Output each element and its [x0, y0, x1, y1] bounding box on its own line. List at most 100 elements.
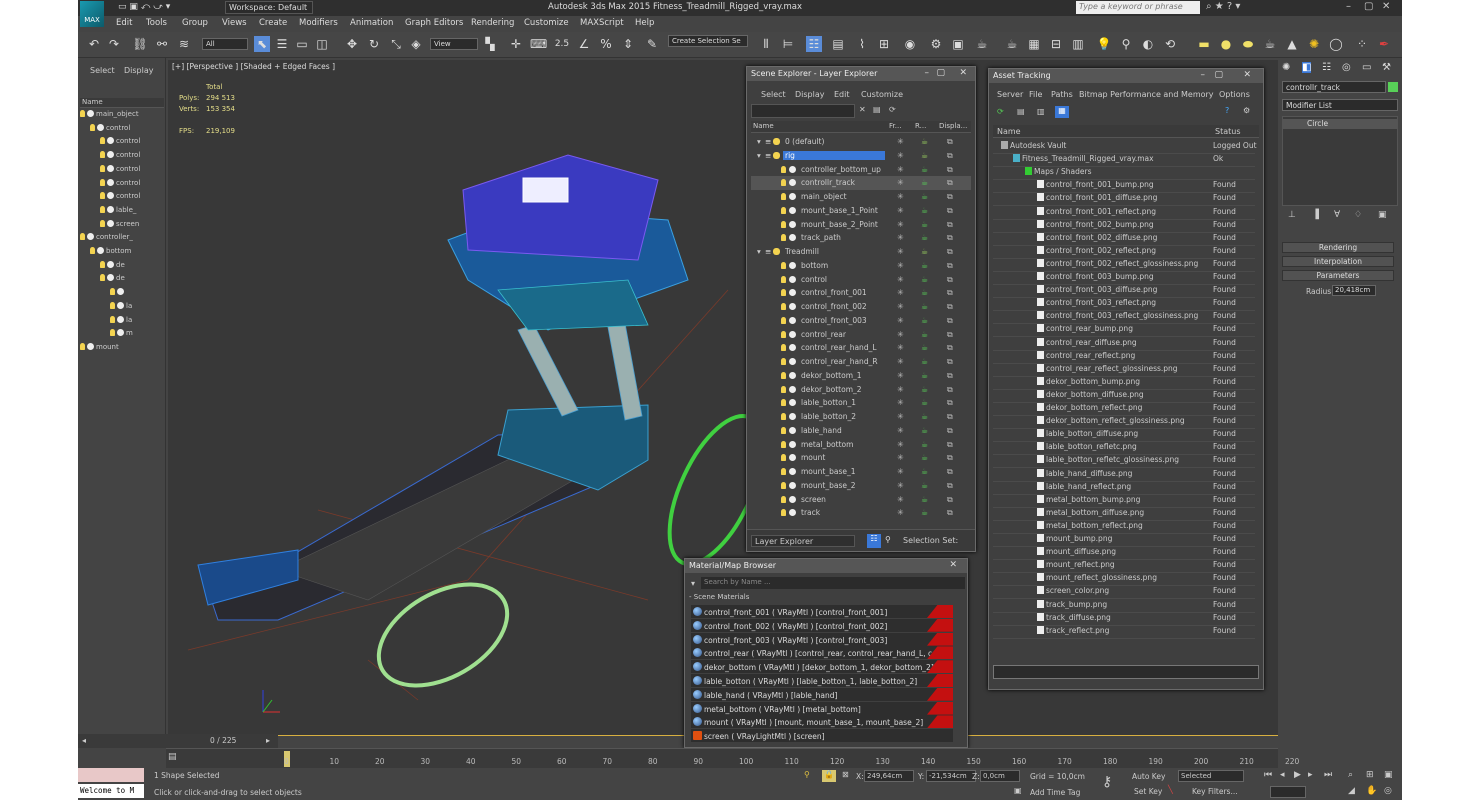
- object-paint-icon[interactable]: ⟲: [1162, 36, 1178, 52]
- render-teapot-icon[interactable]: ☕: [921, 467, 928, 476]
- layer-row[interactable]: control_front_003 ✳ ☕ ⧉: [751, 314, 971, 328]
- asset-row[interactable]: control_front_002_reflect.png Found: [993, 245, 1255, 259]
- layer-row[interactable]: lable_botton_2 ✳ ☕ ⧉: [751, 410, 971, 424]
- render-teapot-icon[interactable]: ☕: [921, 398, 928, 407]
- visibility-bulb-icon[interactable]: [781, 495, 788, 504]
- menu-graph-editors[interactable]: Graph Editors: [405, 18, 463, 28]
- col-render[interactable]: R...: [915, 122, 926, 130]
- layer-row[interactable]: mount_base_2_Point ✳ ☕ ⧉: [751, 218, 971, 232]
- menu-maxscript[interactable]: MAXScript: [580, 18, 624, 28]
- scene-tree-row[interactable]: control: [100, 178, 140, 191]
- scene-tree-row[interactable]: control: [90, 123, 130, 136]
- material-row[interactable]: metal_bottom ( VRayMtl ) [metal_bottom]: [691, 701, 953, 715]
- col-display[interactable]: Displa...: [939, 122, 967, 130]
- display-icon[interactable]: ⧉: [947, 385, 953, 395]
- vray-icon[interactable]: ✒: [1376, 36, 1392, 52]
- rollout-interpolation[interactable]: Interpolation: [1282, 256, 1394, 267]
- expand-arrow-icon[interactable]: ▾: [757, 151, 761, 160]
- visibility-bulb-icon[interactable]: [781, 288, 788, 297]
- asset-row[interactable]: control_rear_diffuse.png Found: [993, 337, 1255, 351]
- workspace-dropdown[interactable]: Workspace: Default: [225, 1, 313, 14]
- key-mode-dropdown[interactable]: Selected: [1178, 770, 1244, 782]
- render-teapot-icon[interactable]: ☕: [921, 261, 928, 270]
- grid-icon[interactable]: ⊟: [1048, 36, 1064, 52]
- layer-icon[interactable]: ≡: [765, 151, 771, 160]
- layer-row[interactable]: control_front_002 ✳ ☕ ⧉: [751, 300, 971, 314]
- rect-selection-icon[interactable]: ▭: [294, 36, 310, 52]
- material-editor-icon[interactable]: ◉: [902, 36, 918, 52]
- render-teapot-icon[interactable]: ☕: [921, 137, 928, 146]
- layer-row[interactable]: mount ✳ ☕ ⧉: [751, 451, 971, 465]
- freeze-icon[interactable]: ✳: [897, 302, 904, 311]
- asset-row[interactable]: control_front_003_reflect.png Found: [993, 298, 1255, 312]
- hierarchy-icon[interactable]: ⚲: [885, 535, 891, 544]
- render-teapot-icon[interactable]: ☕: [921, 316, 928, 325]
- refresh-icon[interactable]: ⟳: [997, 107, 1004, 116]
- visibility-bulb-icon[interactable]: [80, 342, 85, 350]
- modify-tab-icon[interactable]: ◧: [1302, 62, 1312, 73]
- material-row[interactable]: lable_hand ( VRayMtl ) [lable_hand]: [691, 687, 953, 701]
- freeze-icon[interactable]: ✳: [897, 440, 904, 449]
- asset-row[interactable]: mount_reflect.png Found: [993, 560, 1255, 574]
- mirror-icon[interactable]: ⫴: [758, 36, 774, 52]
- asset-row[interactable]: metal_bottom_bump.png Found: [993, 494, 1255, 508]
- spinner-snap-icon[interactable]: ⇕: [620, 36, 636, 52]
- absolute-mode-icon[interactable]: ⊠: [842, 770, 849, 779]
- asset-row[interactable]: control_front_003_diffuse.png Found: [993, 285, 1255, 299]
- freeze-icon[interactable]: ✳: [897, 220, 904, 229]
- freeze-icon[interactable]: ✳: [897, 385, 904, 394]
- menu-tools[interactable]: Tools: [146, 18, 167, 28]
- visibility-bulb-icon[interactable]: [80, 110, 85, 117]
- render-teapot-icon[interactable]: ☕: [921, 151, 928, 160]
- asset-row[interactable]: lable_botton_diffuse.png Found: [993, 429, 1255, 443]
- timeline[interactable]: ▤ 0 10 20 30 40 50 60 70 80 90 100 110 120 130 140 150 1…: [166, 748, 1299, 768]
- asset-row[interactable]: control_front_002_diffuse.png Found: [993, 232, 1255, 246]
- display-icon[interactable]: ⧉: [947, 137, 953, 147]
- prev-frame-icon[interactable]: ◂: [82, 736, 86, 745]
- rotate-icon[interactable]: ↻: [366, 36, 382, 52]
- selection-lock-icon[interactable]: 🔒: [822, 770, 836, 782]
- display-icon[interactable]: ⧉: [947, 426, 953, 436]
- display-icon[interactable]: ⧉: [947, 467, 953, 477]
- redo-icon[interactable]: ↷: [106, 36, 122, 52]
- render-teapot-icon[interactable]: ☕: [921, 302, 928, 311]
- camera-icon[interactable]: ◐: [1140, 36, 1156, 52]
- render-teapot-icon[interactable]: ☕: [921, 247, 928, 256]
- display-icon[interactable]: ⧉: [947, 261, 953, 271]
- render-icon[interactable]: ☕: [974, 36, 990, 52]
- asset-row[interactable]: dekor_bottom_diffuse.png Found: [993, 389, 1255, 403]
- sphere-icon[interactable]: ●: [1218, 36, 1234, 52]
- zoom-extents-icon[interactable]: ▣: [1384, 770, 1393, 780]
- freeze-icon[interactable]: ✳: [897, 412, 904, 421]
- menu-options[interactable]: Options: [1219, 90, 1250, 99]
- asset-row[interactable]: control_front_002_reflect_glossiness.png…: [993, 258, 1255, 272]
- motion-tab-icon[interactable]: ◎: [1342, 62, 1351, 73]
- teapot-primitive-icon[interactable]: ☕: [1262, 36, 1278, 52]
- maxscript-listener-input[interactable]: Welcome to M: [78, 784, 144, 798]
- configure-sets-icon[interactable]: ▣: [1378, 210, 1387, 220]
- snaps-toggle-icon[interactable]: 2.5: [554, 36, 570, 52]
- visibility-bulb-icon[interactable]: [781, 316, 788, 325]
- display-icon[interactable]: ⧉: [947, 275, 953, 285]
- tab-display[interactable]: Display: [124, 66, 154, 75]
- menu-customize[interactable]: Customize: [861, 90, 903, 99]
- display-icon[interactable]: ⧉: [947, 440, 953, 450]
- menu-rendering[interactable]: Rendering: [471, 18, 514, 28]
- tree-view-icon[interactable]: ▥: [1037, 107, 1045, 116]
- scene-tree-row[interactable]: controller_: [80, 233, 133, 245]
- key-filters-button[interactable]: Key Filters...: [1192, 787, 1238, 796]
- helper-icon[interactable]: ⚲: [1118, 36, 1134, 52]
- menu-edit[interactable]: Edit: [116, 18, 132, 28]
- layer-row[interactable]: control_rear_hand_L ✳ ☕ ⧉: [751, 341, 971, 355]
- display-icon[interactable]: ⧉: [947, 233, 953, 243]
- ribbon-icon[interactable]: ▤: [830, 36, 846, 52]
- expand-arrow-icon[interactable]: ▾: [757, 247, 761, 256]
- layer-row[interactable]: ≡ Treadmill ✳ ☕ ⧉ ▾: [751, 245, 971, 259]
- scene-tree-row[interactable]: main_object: [80, 110, 139, 122]
- visibility-bulb-icon[interactable]: [110, 288, 115, 296]
- freeze-icon[interactable]: ✳: [897, 206, 904, 215]
- render-teapot-icon[interactable]: ☕: [921, 288, 928, 297]
- array-icon[interactable]: ⁘: [1354, 36, 1370, 52]
- layer-row[interactable]: controller_bottom_up ✳ ☕ ⧉: [751, 163, 971, 177]
- grid-view-icon[interactable]: ▦: [1055, 106, 1069, 118]
